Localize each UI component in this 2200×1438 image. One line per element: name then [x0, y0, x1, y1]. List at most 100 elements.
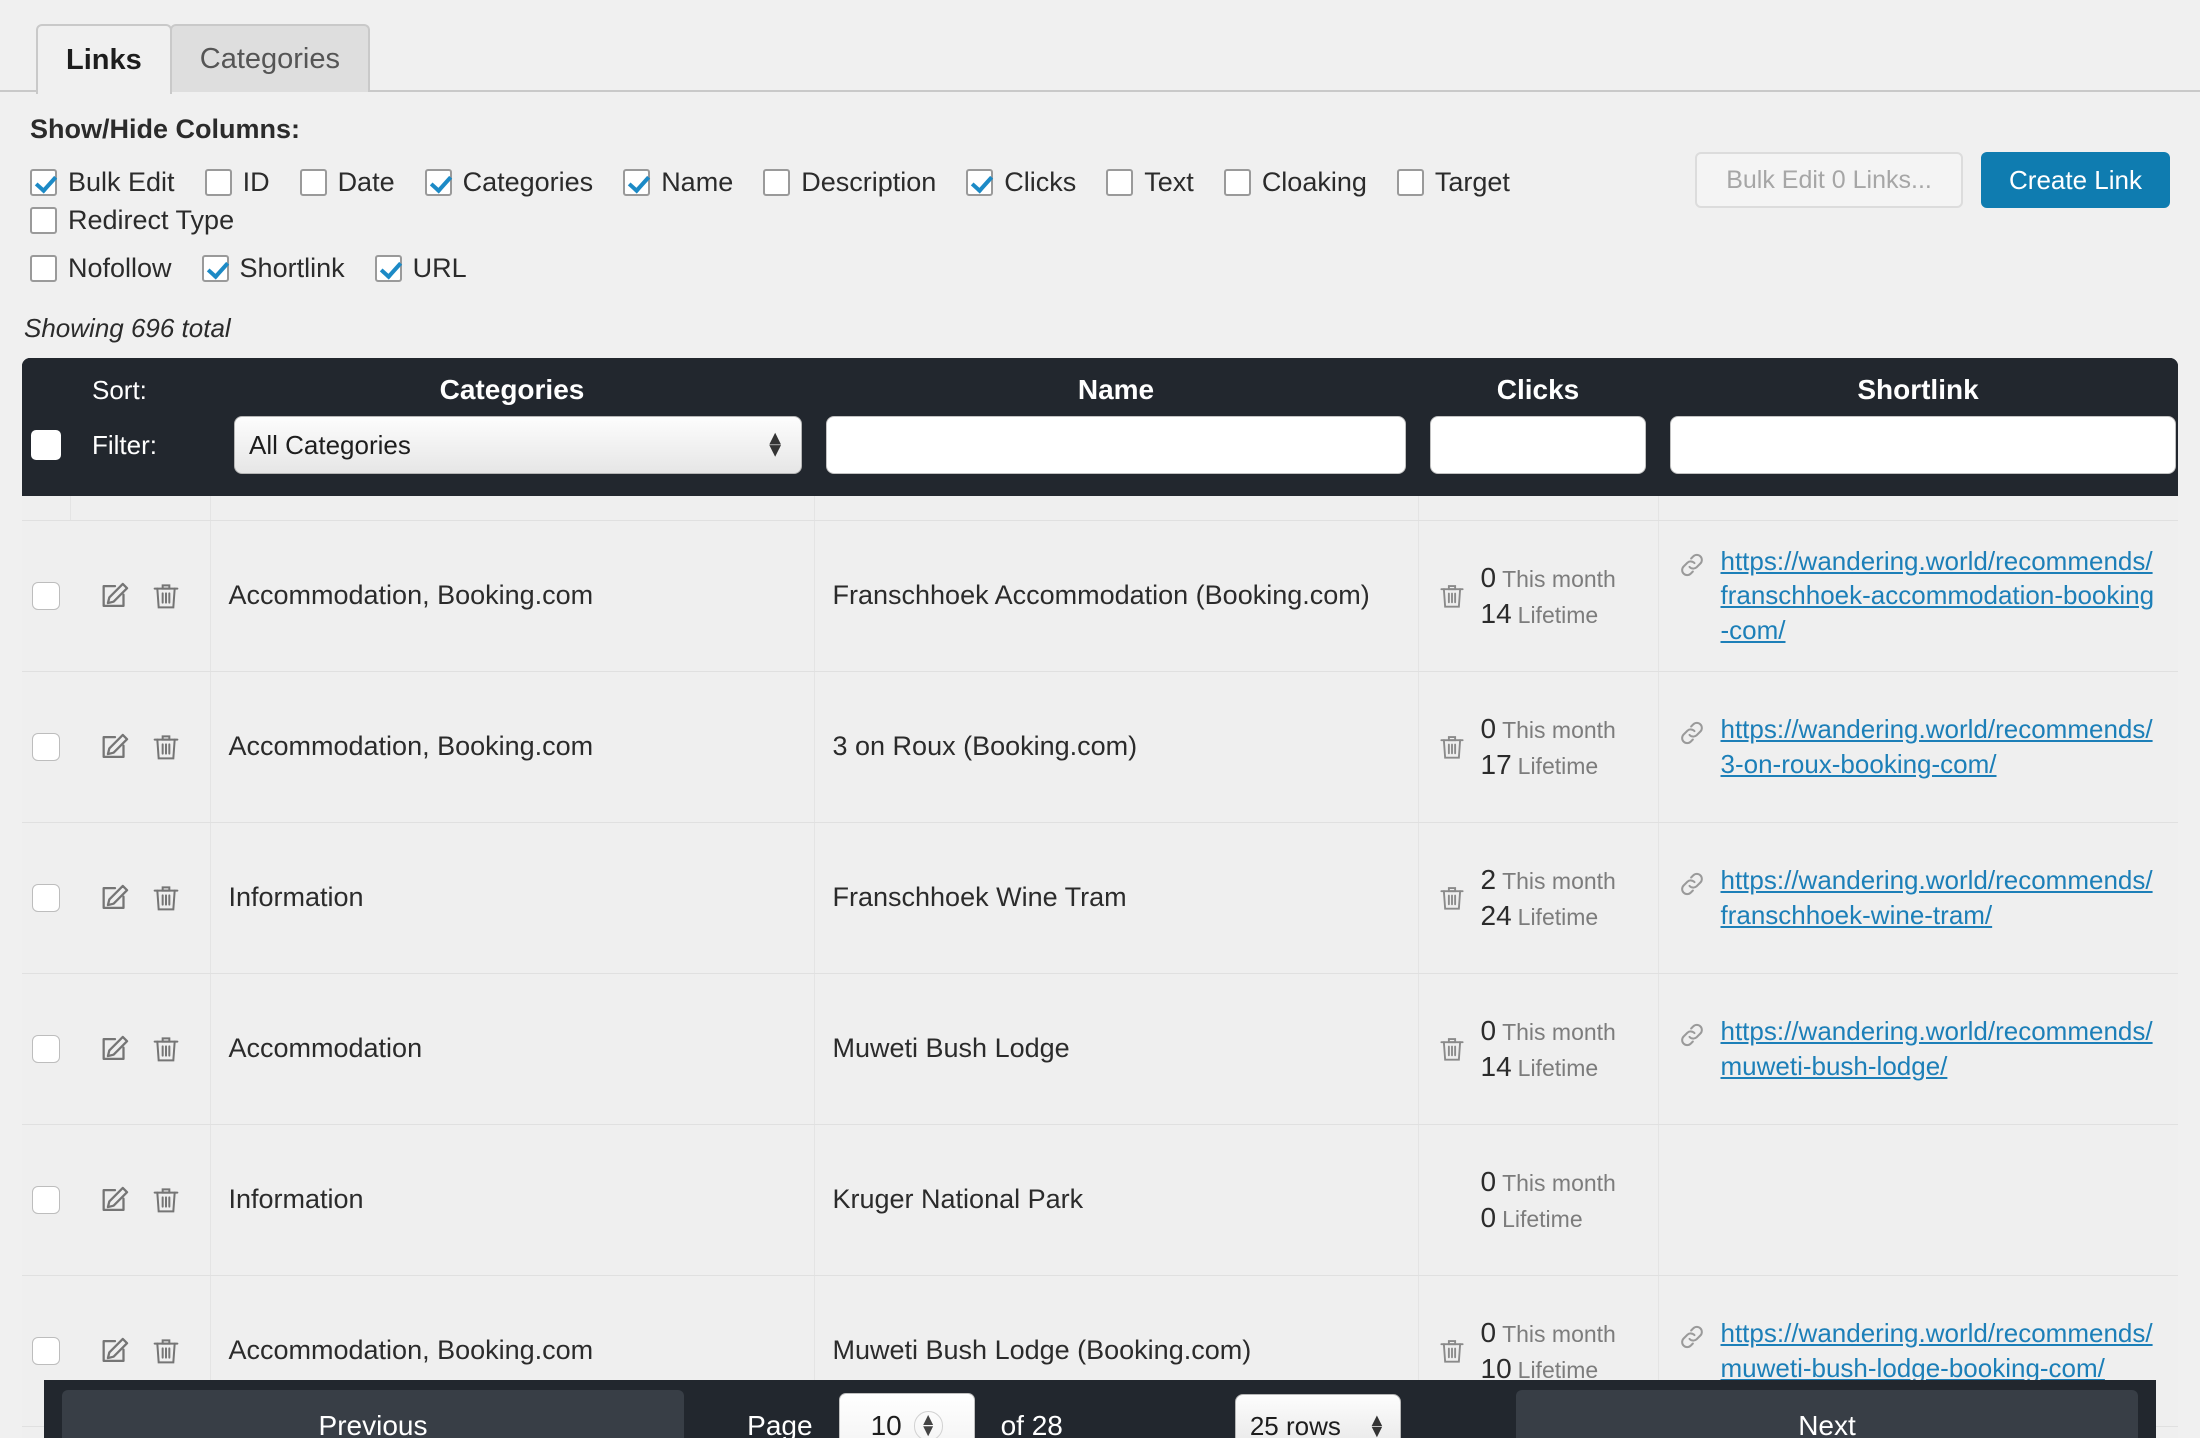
column-toggle-label: Target [1434, 166, 1510, 197]
select-all-checkbox[interactable] [31, 430, 61, 460]
checkbox-icon[interactable] [623, 168, 651, 196]
column-toggle-name[interactable]: Name [623, 163, 733, 201]
reset-clicks-trash-icon[interactable] [1437, 580, 1467, 612]
trash-icon[interactable] [150, 730, 182, 764]
shortlink-url[interactable]: https://wandering.world/recommends/3-on-… [1721, 712, 2160, 781]
checkbox-icon[interactable] [30, 254, 57, 282]
column-toggle-target[interactable]: Target [1396, 163, 1510, 201]
trash-icon[interactable] [150, 1183, 182, 1217]
edit-icon[interactable] [98, 881, 132, 915]
filter-label: Filter: [92, 429, 157, 460]
column-toggle-description[interactable]: Description [763, 163, 936, 201]
previous-page-button[interactable]: Previous [62, 1390, 684, 1438]
column-toggle-label: Shortlink [239, 252, 345, 283]
page-number-value: 10 [870, 1410, 902, 1438]
rows-per-page-select[interactable]: 25 rows ▲ ▼ [1234, 1394, 1401, 1438]
edit-icon[interactable] [98, 1032, 132, 1066]
reset-clicks-trash-icon[interactable] [1437, 1033, 1467, 1065]
clicks-this-month-label: This month [1502, 1320, 1616, 1347]
cell-categories: Accommodation, Booking.com [210, 671, 815, 823]
tab-links[interactable]: Links [36, 24, 172, 94]
row-select-cell [22, 1124, 70, 1276]
checkbox-icon[interactable] [1396, 168, 1424, 196]
column-toggle-url[interactable]: URL [374, 249, 467, 287]
row-checkbox[interactable] [32, 1336, 60, 1365]
column-toggle-id[interactable]: ID [204, 163, 270, 201]
edit-icon[interactable] [98, 730, 132, 764]
edit-icon[interactable] [98, 579, 132, 613]
row-checkbox[interactable] [32, 883, 60, 912]
row-actions-cell [70, 520, 211, 672]
reset-clicks-trash-icon[interactable] [1437, 882, 1467, 914]
column-toggle-redirect-type[interactable]: Redirect Type [30, 201, 234, 239]
reset-clicks-trash-icon[interactable] [1437, 1335, 1467, 1367]
checkbox-icon[interactable] [424, 168, 452, 196]
shortlink-url[interactable]: https://wandering.world/recommends/frans… [1721, 863, 2160, 932]
trash-icon[interactable] [150, 579, 182, 613]
table-row[interactable]: Information Franschhoek Wine Tram 2 This mo… [22, 822, 2178, 974]
checkbox-icon[interactable] [299, 168, 327, 196]
column-toggle-row-1: Bulk Edit ID Date Categories Name Description… [30, 163, 1730, 239]
clicks-filter-input[interactable] [1430, 416, 1646, 474]
header-name[interactable]: Name [814, 358, 1418, 416]
clicks-this-month-value: 0 [1480, 1014, 1497, 1046]
partial-cell [814, 496, 1419, 521]
table-row[interactable]: Accommodation Muweti Bush Lodge 0 This mont… [22, 973, 2178, 1125]
edit-icon[interactable] [98, 1183, 132, 1217]
bulk-edit-button[interactable]: Bulk Edit 0 Links... [1695, 152, 1964, 208]
table-row[interactable]: Accommodation, Booking.com 3 on Roux (Boo… [22, 671, 2178, 823]
checkbox-icon[interactable] [374, 254, 402, 282]
column-toggle-nofollow[interactable]: Nofollow [30, 249, 172, 287]
header-categories[interactable]: Categories [210, 358, 814, 416]
row-checkbox[interactable] [32, 1185, 60, 1214]
checkbox-icon[interactable] [30, 206, 57, 234]
trash-icon[interactable] [150, 1334, 182, 1368]
table-row[interactable]: Accommodation, Booking.com Franschhoek Ac… [22, 520, 2178, 672]
checkbox-icon[interactable] [966, 168, 994, 196]
header-shortlink[interactable]: Shortlink [1658, 358, 2178, 416]
clicks-lifetime-value: 14 [1480, 1050, 1512, 1082]
shortlink-filter-input[interactable] [1670, 416, 2176, 474]
name-filter-input[interactable] [826, 416, 1406, 474]
next-page-button[interactable]: Next [1516, 1390, 2138, 1438]
row-checkbox[interactable] [32, 581, 60, 610]
partial-cell [1658, 496, 2178, 521]
trash-icon[interactable] [150, 1032, 182, 1066]
checkbox-icon[interactable] [201, 254, 229, 282]
header-clicks[interactable]: Clicks [1418, 358, 1658, 416]
link-icon [1677, 1322, 1707, 1359]
edit-icon[interactable] [98, 1334, 132, 1368]
checkbox-icon[interactable] [763, 168, 791, 196]
column-toggle-cloaking[interactable]: Cloaking [1223, 163, 1367, 201]
table-body: Accommodation, Booking.com Franschhoek Ac… [22, 496, 2178, 1438]
column-toggle-clicks[interactable]: Clicks [966, 163, 1076, 201]
page-number-stepper[interactable]: 10 ▲ ▼ [838, 1393, 975, 1438]
column-toggle-categories[interactable]: Categories [424, 163, 593, 201]
row-checkbox[interactable] [32, 1034, 60, 1063]
column-toggle-date[interactable]: Date [299, 163, 395, 201]
shortlink-url[interactable]: https://wandering.world/recommends/frans… [1721, 544, 2160, 648]
column-toggle-shortlink[interactable]: Shortlink [201, 249, 345, 287]
column-toggle-label: ID [242, 166, 270, 197]
show-hide-columns-title: Show/Hide Columns: [30, 114, 300, 144]
column-toggle-text[interactable]: Text [1106, 163, 1194, 201]
trash-icon[interactable] [150, 881, 182, 915]
checkbox-icon[interactable] [1223, 168, 1251, 196]
create-link-button[interactable]: Create Link [1981, 152, 2170, 208]
category-filter-select[interactable]: All Categories ▲ ▼ [234, 416, 802, 474]
tab-categories[interactable]: Categories [169, 24, 370, 92]
checkbox-icon[interactable] [30, 168, 57, 196]
checkbox-icon[interactable] [204, 168, 232, 196]
tab-categories-label: Categories [199, 42, 340, 75]
row-checkbox[interactable] [32, 732, 60, 761]
clicks-lifetime-value: 14 [1480, 597, 1512, 629]
shortlink-url[interactable]: https://wandering.world/recommends/muwet… [1721, 1316, 2160, 1385]
clicks-lifetime-label: Lifetime [1517, 903, 1599, 930]
reset-clicks-trash-icon[interactable] [1437, 731, 1467, 763]
clicks-lifetime-label: Lifetime [1517, 752, 1599, 779]
column-toggle-bulk-edit[interactable]: Bulk Edit [30, 163, 175, 201]
shortlink-url[interactable]: https://wandering.world/recommends/muwet… [1721, 1014, 2160, 1083]
table-row[interactable]: Information Kruger National Park 0 This mon… [22, 1124, 2178, 1276]
checkbox-icon[interactable] [1106, 168, 1134, 196]
chevron-updown-icon: ▲ ▼ [765, 427, 785, 462]
